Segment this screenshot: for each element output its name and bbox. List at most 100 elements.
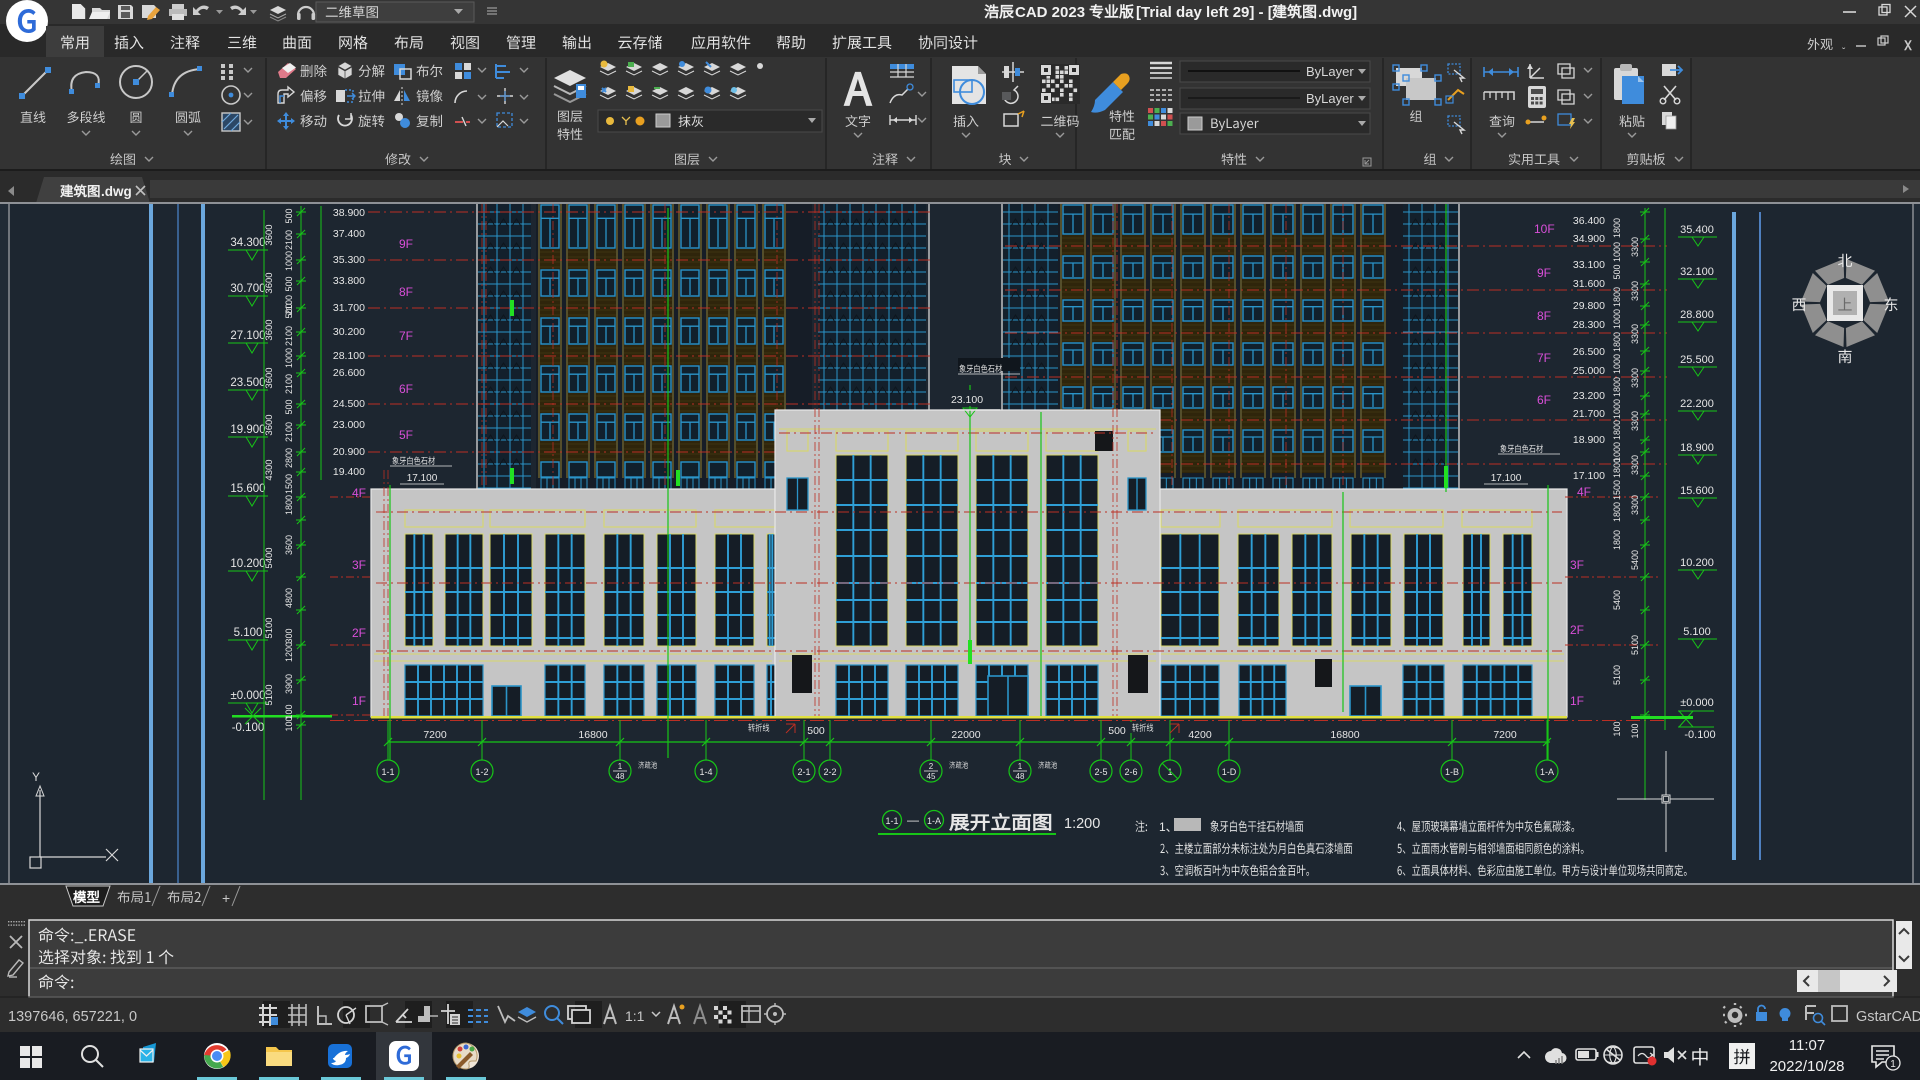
svg-text:19.400: 19.400 (333, 466, 365, 478)
svg-text:100: 100 (1612, 721, 1622, 736)
svg-text:2-5: 2-5 (1094, 767, 1107, 777)
svg-text:22.200: 22.200 (1680, 398, 1714, 410)
svg-text:300: 300 (284, 628, 294, 643)
svg-text:4F: 4F (1577, 485, 1591, 499)
svg-text:3300: 3300 (1630, 368, 1640, 388)
svg-text:21.700: 21.700 (1573, 408, 1605, 420)
svg-text:3600: 3600 (264, 414, 275, 435)
svg-text:8F: 8F (399, 285, 413, 299)
svg-text:1000: 1000 (1612, 309, 1622, 329)
svg-text:100: 100 (1630, 723, 1640, 738)
svg-text:7F: 7F (399, 329, 413, 343)
svg-text:1500: 1500 (1612, 480, 1622, 500)
svg-text:35.400: 35.400 (1680, 224, 1714, 236)
svg-text:31.700: 31.700 (333, 302, 365, 314)
svg-text:2100: 2100 (284, 422, 294, 442)
svg-text:1-A: 1-A (1540, 767, 1554, 777)
svg-text:3F: 3F (1570, 558, 1584, 572)
svg-text:23.000: 23.000 (333, 419, 365, 431)
svg-text:+: + (222, 890, 230, 906)
svg-text:3600: 3600 (264, 367, 275, 388)
svg-text:26.500: 26.500 (1573, 346, 1605, 358)
svg-text:2-6: 2-6 (1124, 767, 1137, 777)
svg-text:15.600: 15.600 (230, 483, 265, 495)
svg-text:23.200: 23.200 (1573, 390, 1605, 402)
svg-text:34.300: 34.300 (230, 237, 265, 249)
svg-text:18.900: 18.900 (1573, 434, 1605, 446)
svg-text:500: 500 (284, 303, 294, 318)
svg-text:1800: 1800 (1612, 420, 1622, 440)
svg-text:17.100: 17.100 (1491, 473, 1522, 484)
svg-text:1-B: 1-B (1445, 767, 1459, 777)
svg-text:5.100: 5.100 (1683, 626, 1711, 638)
svg-text:4200: 4200 (1188, 729, 1212, 741)
svg-text:1800: 1800 (1612, 530, 1622, 550)
svg-text:500: 500 (284, 399, 294, 414)
svg-text:30.200: 30.200 (333, 326, 365, 338)
svg-text:2F: 2F (1570, 623, 1584, 637)
svg-text:2-2: 2-2 (823, 767, 836, 777)
svg-text:1397646, 657221, 0: 1397646, 657221, 0 (8, 1009, 137, 1025)
svg-text:16800: 16800 (578, 729, 607, 741)
svg-text:31.600: 31.600 (1573, 278, 1605, 290)
svg-text:500: 500 (284, 276, 294, 291)
svg-text:-0.100: -0.100 (232, 722, 265, 734)
svg-text:1500: 1500 (284, 474, 294, 494)
svg-text:27.100: 27.100 (230, 330, 265, 342)
svg-text:500: 500 (284, 208, 294, 223)
svg-text:5.100: 5.100 (234, 627, 263, 639)
svg-text:3F: 3F (352, 558, 366, 572)
svg-text:5400: 5400 (1630, 550, 1640, 570)
svg-text:.dwg: .dwg (101, 184, 132, 199)
svg-text:2F: 2F (352, 626, 366, 640)
svg-text:48: 48 (1016, 772, 1025, 781)
svg-text:5400: 5400 (1612, 590, 1622, 610)
svg-text:3300: 3300 (1630, 324, 1640, 344)
svg-text:17.100: 17.100 (1573, 470, 1605, 482)
svg-text:5100: 5100 (264, 684, 275, 705)
svg-text:1000: 1000 (284, 348, 294, 368)
svg-text:3600: 3600 (264, 272, 275, 293)
svg-text:3300: 3300 (1630, 281, 1640, 301)
svg-text:32.100: 32.100 (1680, 266, 1714, 278)
svg-text:GstarCAD: GstarCAD (1856, 1009, 1920, 1025)
svg-text:1:1: 1:1 (625, 1008, 645, 1024)
svg-text:1-2: 1-2 (475, 767, 488, 777)
svg-text:23.100: 23.100 (951, 394, 983, 406)
svg-text:45: 45 (927, 772, 936, 781)
svg-text:28.800: 28.800 (1680, 309, 1714, 321)
svg-text:1: 1 (618, 762, 623, 771)
svg-text:1-1: 1-1 (381, 767, 394, 777)
svg-text:3300: 3300 (1630, 495, 1640, 515)
svg-text:3300: 3300 (1630, 411, 1640, 431)
svg-text:11:07: 11:07 (1789, 1037, 1825, 1054)
svg-text:10.200: 10.200 (1680, 557, 1714, 569)
svg-text:34.900: 34.900 (1573, 233, 1605, 245)
svg-text:.dwg]: .dwg] (1318, 4, 1357, 21)
svg-text:10.200: 10.200 (230, 558, 265, 570)
svg-text:500: 500 (1612, 264, 1622, 279)
svg-text:5100: 5100 (1630, 635, 1640, 655)
svg-text:1:200: 1:200 (1064, 816, 1100, 832)
svg-text:1-D: 1-D (1222, 767, 1237, 777)
svg-text:33.800: 33.800 (333, 275, 365, 287)
svg-text:29.800: 29.800 (1573, 300, 1605, 312)
svg-text:500: 500 (807, 725, 825, 737)
svg-text:5F: 5F (399, 428, 413, 442)
svg-text:1800: 1800 (1612, 502, 1622, 522)
svg-text:48: 48 (616, 772, 625, 781)
svg-text:36.400: 36.400 (1573, 215, 1605, 227)
svg-text:3600: 3600 (264, 319, 275, 340)
svg-text:2800: 2800 (284, 448, 294, 468)
svg-text:3600: 3600 (264, 224, 275, 245)
svg-text:5400: 5400 (264, 547, 275, 568)
svg-text:1200: 1200 (284, 642, 294, 662)
svg-text:33.100: 33.100 (1573, 259, 1605, 271)
svg-text:24.500: 24.500 (333, 398, 365, 410)
svg-text:6F: 6F (1537, 393, 1551, 407)
svg-text:2100: 2100 (284, 230, 294, 250)
svg-text:10F: 10F (1534, 222, 1555, 236)
svg-text:16800: 16800 (1330, 729, 1359, 741)
svg-text:3300: 3300 (1630, 455, 1640, 475)
svg-text:CAD 2023: CAD 2023 (1015, 4, 1085, 21)
